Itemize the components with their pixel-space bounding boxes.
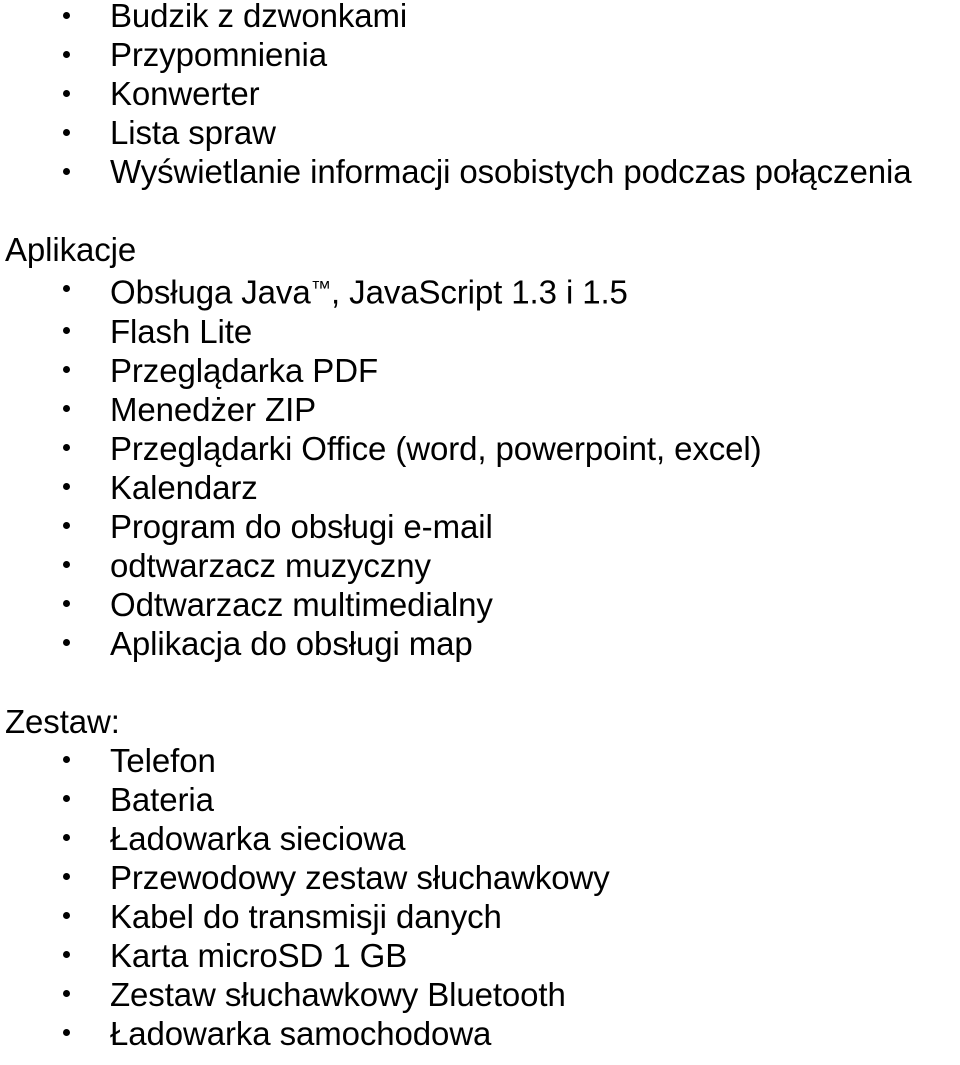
list-item: Menedżer ZIP [0, 390, 960, 429]
list-item: Odtwarzacz multimedialny [0, 585, 960, 624]
list-item-label: Bateria [110, 780, 214, 818]
trademark-icon: ™ [310, 277, 332, 300]
list-item-label: Zestaw słuchawkowy Bluetooth [110, 975, 566, 1013]
list-item-label: Aplikacja do obsługi map [110, 624, 473, 662]
section-heading-aplikacje: Aplikacje [5, 231, 137, 268]
bullet-point-icon [63, 795, 70, 803]
list-item: Kalendarz [0, 468, 960, 507]
bullet-point-icon [63, 756, 70, 764]
list-item: Obsługa Java™, JavaScript 1.3 i 1.5 [0, 269, 960, 312]
list-item-label: Obsługa Java [110, 273, 311, 311]
bullet-point-icon [63, 405, 70, 413]
list-item-label: Kabel do transmisji danych [110, 897, 502, 935]
list-item-label-continued: , JavaScript 1.3 i 1.5 [331, 273, 628, 311]
list-item: Przeglądarki Office (word, powerpoint, e… [0, 429, 960, 468]
list-item-label: Karta microSD 1 GB [110, 936, 408, 974]
list-item: Bateria [0, 780, 960, 819]
list-item: Przypomnienia [0, 35, 960, 74]
list-item-label: Przeglądarka PDF [110, 351, 379, 389]
bullet-point-icon [63, 167, 70, 175]
list-item-label: Lista spraw [110, 114, 276, 151]
bullet-point-icon [63, 990, 70, 998]
list-item-label: Program do obsługi e-mail [110, 507, 493, 545]
list-item: Telefon [0, 741, 960, 780]
document-body: Budzik z dzwonkami Przypomnienia Konwerter… [0, 0, 960, 1053]
list-item: Zestaw słuchawkowy Bluetooth [0, 975, 960, 1014]
bullet-list-features: Budzik z dzwonkami Przypomnienia Konwerter… [0, 0, 960, 191]
list-item: Program do obsługi e-mail [0, 507, 960, 546]
list-item: Aplikacja do obsługi map [0, 624, 960, 663]
bullet-point-icon [63, 11, 70, 19]
list-item-label: Flash Lite [110, 312, 253, 350]
bullet-point-icon [63, 327, 70, 335]
bullet-point-icon [63, 444, 70, 452]
list-item: Kabel do transmisji danych [0, 897, 960, 936]
list-item-label: Konwerter [110, 75, 260, 112]
section-aplikacje: Aplikacje Obsługa Java™, JavaScript 1.3 i… [0, 230, 960, 663]
list-item: Flash Lite [0, 312, 960, 351]
bullet-point-icon [63, 284, 70, 292]
bullet-list-zestaw: Telefon Bateria Ładowarka sieciowa Przewodo… [0, 741, 960, 1053]
section-zestaw: Zestaw: Telefon Bateria Ładowarka sieciowa P… [0, 702, 960, 1053]
list-item-label: Wyświetlanie informacji osobistych podcz… [110, 153, 912, 190]
list-item-label: Odtwarzacz multimedialny [110, 585, 493, 623]
list-item-label: Budzik z dzwonkami [110, 0, 408, 34]
list-item-label: Przeglądarki Office (word, powerpoint, e… [110, 429, 762, 467]
list-item-label: Przypomnienia [110, 36, 327, 73]
bullet-point-icon [63, 951, 70, 959]
bullet-point-icon [63, 1029, 70, 1037]
bullet-point-icon [63, 912, 70, 920]
bullet-point-icon [63, 561, 70, 569]
list-item: Wyświetlanie informacji osobistych podcz… [0, 152, 960, 191]
list-item-label: Telefon [110, 741, 216, 779]
list-item: Budzik z dzwonkami [0, 0, 960, 35]
list-item-label: Ładowarka samochodowa [110, 1014, 492, 1052]
bullet-point-icon [63, 639, 70, 647]
bullet-point-icon [63, 600, 70, 608]
list-item-label: Ładowarka sieciowa [110, 819, 406, 857]
bullet-point-icon [63, 50, 70, 58]
list-item-label: Przewodowy zestaw słuchawkowy [110, 858, 610, 896]
list-item: Karta microSD 1 GB [0, 936, 960, 975]
bullet-point-icon [63, 873, 70, 881]
list-item: Ładowarka samochodowa [0, 1014, 960, 1053]
list-item-label: Kalendarz [110, 468, 258, 506]
bullet-point-icon [63, 89, 70, 97]
bullet-point-icon [63, 128, 70, 136]
list-item: Przewodowy zestaw słuchawkowy [0, 858, 960, 897]
section-features: Budzik z dzwonkami Przypomnienia Konwerter… [0, 0, 960, 191]
list-item: Konwerter [0, 74, 960, 113]
list-item-label: Menedżer ZIP [110, 390, 317, 428]
bullet-list-aplikacje: Obsługa Java™, JavaScript 1.3 i 1.5 Flash… [0, 269, 960, 663]
list-item: Przeglądarka PDF [0, 351, 960, 390]
document-page: Budzik z dzwonkami Przypomnienia Konwerter… [0, 0, 960, 1065]
bullet-point-icon [63, 522, 70, 530]
list-item: Lista spraw [0, 113, 960, 152]
section-heading-zestaw: Zestaw: [5, 702, 120, 740]
list-item-label: odtwarzacz muzyczny [110, 546, 431, 584]
bullet-point-icon [63, 834, 70, 842]
list-item: Ładowarka sieciowa [0, 819, 960, 858]
list-item: odtwarzacz muzyczny [0, 546, 960, 585]
bullet-point-icon [63, 366, 70, 374]
bullet-point-icon [63, 483, 70, 491]
